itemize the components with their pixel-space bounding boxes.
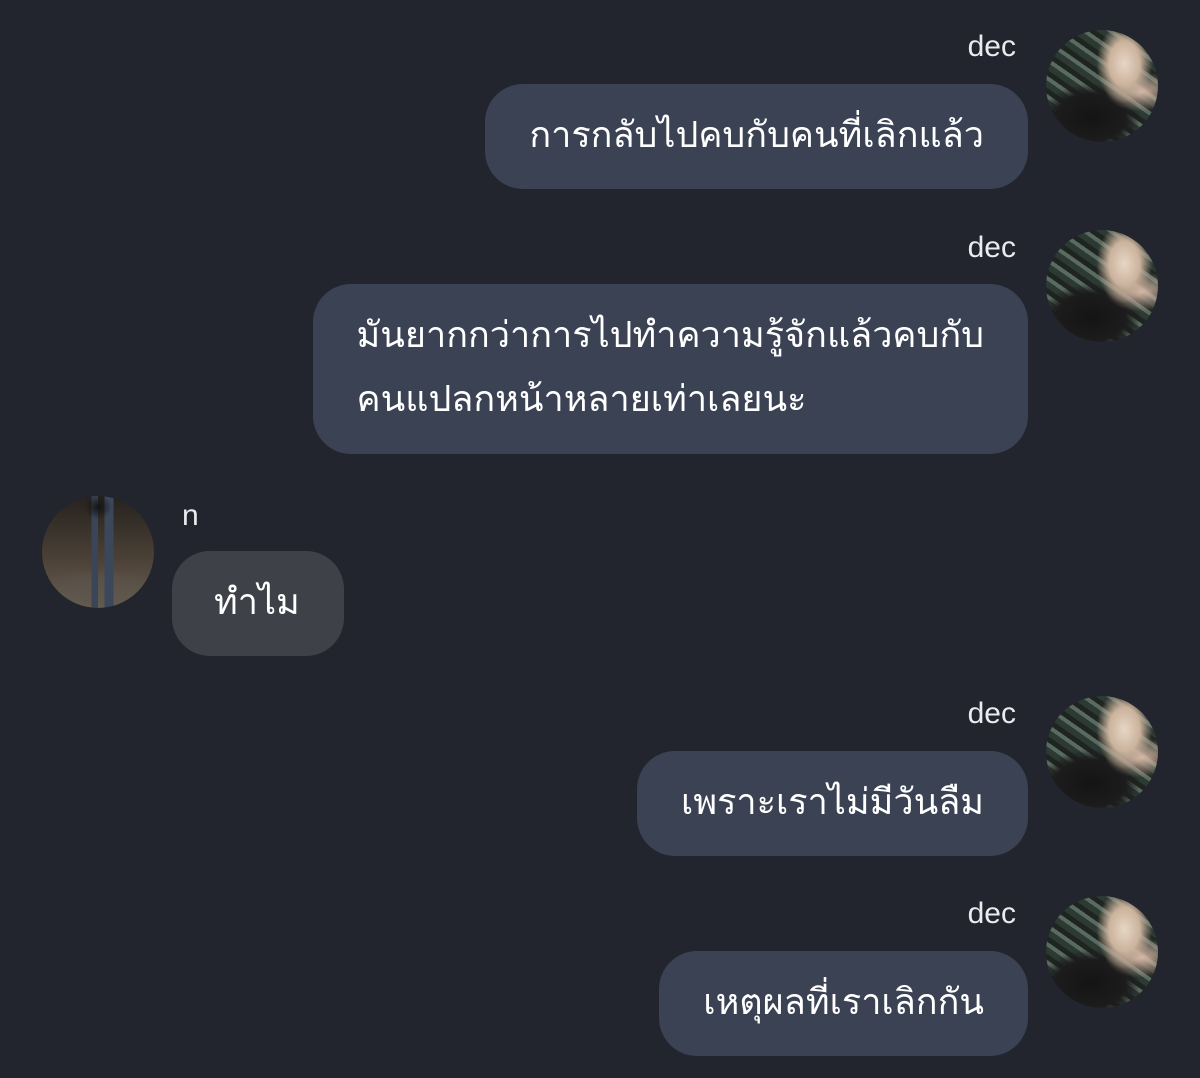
user-avatar-icon[interactable] — [1046, 896, 1158, 1008]
user-avatar-icon[interactable] — [1046, 230, 1158, 342]
sender-name: dec — [967, 697, 1016, 730]
user-avatar-icon[interactable] — [1046, 696, 1158, 808]
message-bubble[interactable]: มันยากกว่าการไปทำความรู้จักแล้วคบกับ คนแ… — [312, 284, 1028, 454]
message-bubble[interactable]: ทำไม — [172, 551, 344, 656]
user-avatar-icon[interactable] — [1046, 30, 1158, 142]
sender-name: dec — [967, 897, 1016, 930]
sender-name: dec — [967, 30, 1016, 63]
sender-name: n — [182, 499, 199, 532]
user-avatar-icon[interactable] — [42, 496, 154, 608]
message-bubble[interactable]: เพราะเราไม่มีวันลืม — [637, 751, 1028, 856]
message-bubble[interactable]: เหตุผลที่เราเลิกกัน — [659, 951, 1028, 1056]
sender-name: dec — [967, 231, 1016, 264]
message-bubble[interactable]: การกลับไปคบกับคนที่เลิกแล้ว — [485, 84, 1028, 189]
